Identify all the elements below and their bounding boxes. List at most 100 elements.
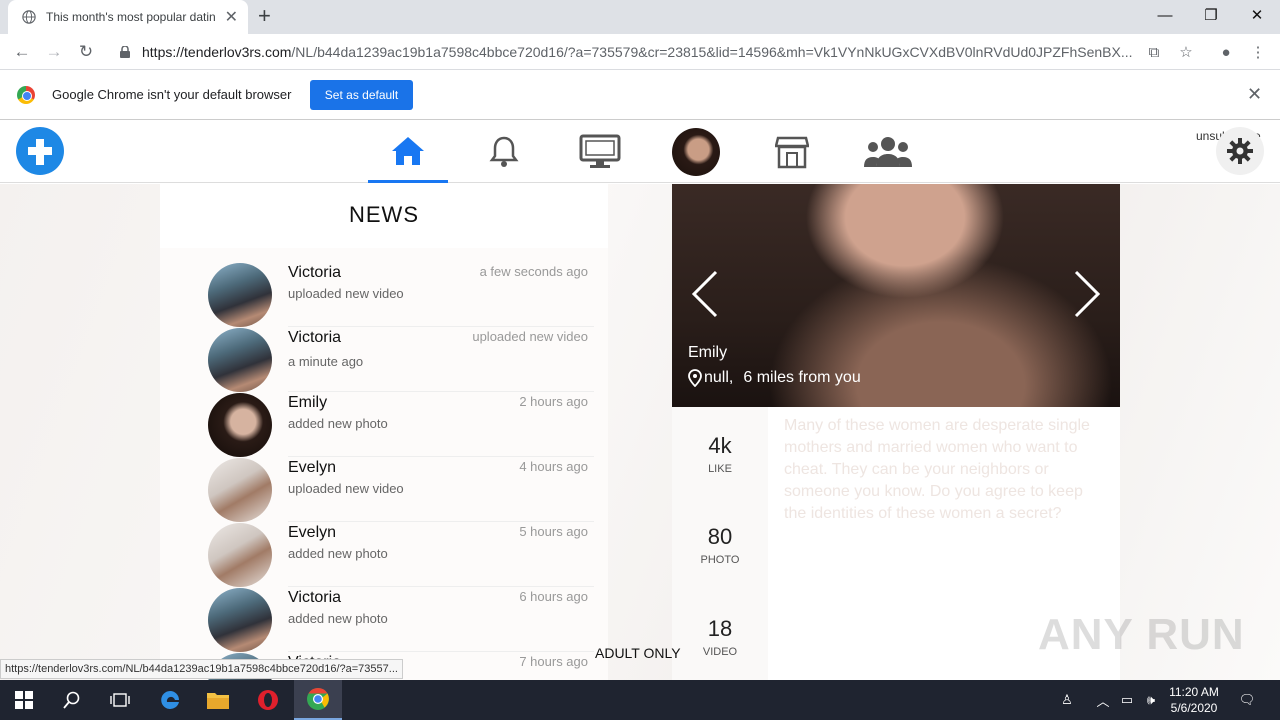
globe-icon [22,10,36,24]
url-text: https://tenderlov3rs.com/NL/b44da1239ac1… [142,44,1132,60]
taskbar: ♙ ︿ ▭ 🕪 11:20 AM 5/6/2020 🗨 [0,680,1280,720]
stat-videos[interactable]: 18 VIDEO [672,616,768,658]
users-group-icon [864,137,912,167]
nav-videos[interactable] [560,121,640,183]
network-icon[interactable]: ▭ [1116,680,1138,720]
profile-distance: 6 miles from you [743,369,861,386]
news-item[interactable]: Victoria a minute ago uploaded new video [160,313,608,392]
chevron-right-icon[interactable] [1068,264,1108,324]
stat-value: 18 [707,616,733,641]
news-list: Victoria uploaded new video a few second… [160,248,608,680]
task-view-button[interactable] [96,680,144,720]
opera-icon [258,690,278,710]
news-item-subtitle: uploaded new video [288,481,404,496]
news-item-time: 4 hours ago [519,459,588,474]
translate-icon[interactable]: ⧉ [1145,43,1163,61]
stat-value: 4k [708,433,732,458]
profile-location: null, 6 miles from you [688,369,861,387]
set-default-button[interactable]: Set as default [310,80,413,110]
nav-shop[interactable] [752,121,832,183]
news-item-time: 2 hours ago [519,394,588,409]
volume-icon[interactable]: 🕪 [1140,680,1162,720]
monitor-icon [579,134,621,168]
news-item[interactable]: Emily added new photo 2 hours ago [160,378,608,457]
search-icon [63,691,80,709]
profile-location-city: null, [704,369,734,386]
windows-logo-icon [15,691,33,709]
stat-value: 80 [707,524,733,549]
chrome-button[interactable] [294,680,342,720]
nav-profile[interactable] [656,121,736,183]
file-explorer-button[interactable] [194,680,242,720]
profile-name: Emily [688,344,728,361]
news-item[interactable]: Evelyn added new photo 5 hours ago [160,508,608,587]
tab-strip: This month's most popular datin ✕ + — ❐ … [0,0,1280,34]
news-item-name[interactable]: Evelyn [288,524,336,542]
profile-icon[interactable]: ● [1217,43,1235,61]
news-item-name[interactable]: Victoria [288,589,341,607]
notifications-icon[interactable]: 🗨 [1236,680,1258,720]
chevron-left-icon[interactable] [684,264,724,324]
map-pin-icon [688,369,702,387]
news-item-time: 7 hours ago [519,654,588,669]
bookmark-star-icon[interactable]: ☆ [1177,43,1195,61]
menu-kebab-icon[interactable]: ⋮ [1249,43,1267,61]
edge-button[interactable] [146,680,194,720]
restore-icon[interactable]: ❐ [1188,0,1234,30]
plus-logo-icon [28,139,52,165]
clock-date: 5/6/2020 [1170,701,1218,715]
status-bar-url: https://tenderlov3rs.com/NL/b44da1239ac1… [0,659,403,679]
news-item-subtitle: uploaded new video [288,286,404,301]
forward-icon[interactable]: → [42,40,66,64]
minimize-icon[interactable]: — [1142,0,1188,30]
chrome-icon [307,688,329,710]
nav-notifications[interactable] [464,121,544,183]
window-close-icon[interactable]: ✕ [1234,0,1280,30]
news-item-time: 5 hours ago [519,524,588,539]
opera-button[interactable] [244,680,292,720]
tab-close-icon[interactable]: ✕ [225,7,238,27]
infobar-message: Google Chrome isn't your default browser [52,87,292,102]
search-button[interactable] [48,680,96,720]
news-item-name[interactable]: Emily [288,394,327,412]
stat-label: VIDEO [702,646,738,658]
start-button[interactable] [0,680,48,720]
infobar-close-icon[interactable]: ✕ [1247,84,1262,105]
stat-photos[interactable]: 80 PHOTO [672,524,768,566]
url-path: /NL/b44da1239ac19b1a7598c4bbce720d16/?a=… [291,44,1132,60]
nav-friends[interactable] [848,121,928,183]
stat-label: LIKE [708,463,732,475]
chevron-up-icon[interactable]: ︿ [1094,680,1112,720]
bell-icon [489,136,519,167]
home-icon [392,136,424,165]
people-icon[interactable]: ♙ [1056,680,1078,720]
news-panel: NEWS Victoria uploaded new video a few s… [160,184,608,680]
lock-icon [120,46,130,58]
back-icon[interactable]: ← [10,40,34,64]
news-item[interactable]: Victoria added new photo 6 hours ago [160,573,608,652]
settings-button[interactable] [1216,127,1264,175]
task-view-icon [110,693,130,707]
news-item-name[interactable]: Victoria [288,329,341,347]
tab-title: This month's most popular datin [46,10,216,24]
chrome-logo-icon [17,86,35,104]
gear-icon [1227,138,1253,164]
stat-likes[interactable]: 4k LIKE [672,433,768,475]
folder-icon [207,693,229,709]
news-item-name[interactable]: Evelyn [288,459,336,477]
news-item[interactable]: Victoria uploaded new video a few second… [160,248,608,327]
news-item-subtitle: added new photo [288,611,388,626]
news-title: NEWS [349,202,419,227]
reload-icon[interactable]: ↻ [74,40,98,64]
clock-time: 11:20 AM [1169,685,1219,699]
site-logo[interactable] [16,127,64,175]
browser-tab[interactable]: This month's most popular datin ✕ [8,0,248,34]
news-item[interactable]: Evelyn uploaded new video 4 hours ago [160,443,608,522]
system-clock[interactable]: 11:20 AM 5/6/2020 [1162,684,1226,716]
address-bar[interactable]: https://tenderlov3rs.com/NL/b44da1239ac1… [106,38,1176,66]
nav-home[interactable] [368,121,448,183]
new-tab-icon[interactable]: + [258,3,271,29]
profile-stats: 4k LIKE 80 PHOTO 18 VIDEO [672,407,768,680]
news-item-subtitle: a minute ago [288,354,364,369]
news-item-name[interactable]: Victoria [288,264,341,282]
